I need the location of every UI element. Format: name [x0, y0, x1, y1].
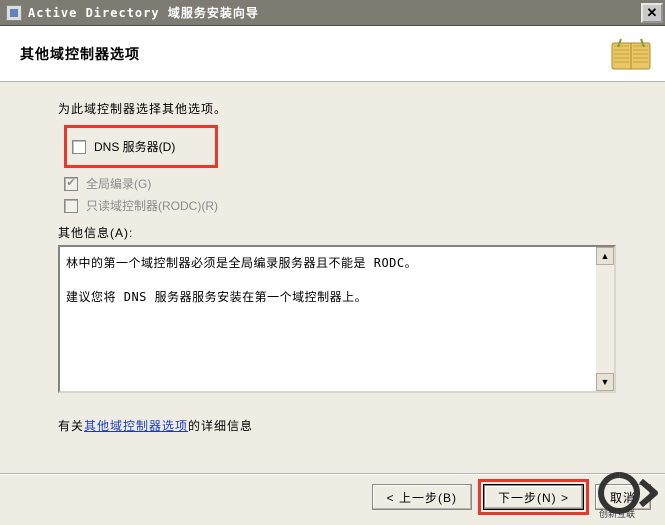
info-textarea[interactable]: 林中的第一个域控制器必须是全局编录服务器且不能是 RODC。 建议您将 DNS … — [58, 245, 616, 393]
next-button[interactable]: 下一步(N) > — [483, 484, 584, 510]
cancel-button[interactable]: 取消 — [595, 484, 651, 510]
info-label: 其他信息(A): — [58, 224, 631, 241]
window-title: Active Directory 域服务安装向导 — [28, 4, 641, 21]
close-button[interactable]: ✕ — [641, 3, 663, 23]
checkbox-box-icon: ✔ — [64, 177, 78, 191]
scroll-track[interactable] — [596, 265, 614, 373]
scrollbar[interactable]: ▲ ▼ — [596, 247, 614, 391]
more-info-link[interactable]: 其他域控制器选项 — [84, 419, 188, 433]
highlight-dns: DNS 服务器(D) — [64, 125, 218, 168]
page-title: 其他域控制器选项 — [20, 44, 140, 64]
back-button[interactable]: < 上一步(B) — [372, 484, 472, 510]
checkbox-rodc: 只读域控制器(RODC)(R) — [64, 197, 631, 214]
checkbox-label: DNS 服务器(D) — [94, 138, 175, 155]
scroll-down-icon[interactable]: ▼ — [596, 373, 614, 391]
highlight-next: 下一步(N) > — [478, 479, 589, 515]
info-line: 林中的第一个域控制器必须是全局编录服务器且不能是 RODC。 — [66, 253, 588, 273]
options-group: DNS 服务器(D) ✔ 全局编录(G) 只读域控制器(RODC)(R) — [64, 125, 631, 214]
info-line: 建议您将 DNS 服务器服务安装在第一个域控制器上。 — [66, 287, 588, 307]
checkbox-label: 全局编录(G) — [86, 175, 151, 192]
button-bar: < 上一步(B) 下一步(N) > 取消 — [372, 479, 651, 515]
checkbox-box-icon — [72, 140, 86, 154]
wizard-body: 为此域控制器选择其他选项。 DNS 服务器(D) ✔ 全局编录(G) 只读域控制… — [0, 82, 665, 525]
checkbox-gc: ✔ 全局编录(G) — [64, 175, 631, 192]
separator — [0, 473, 665, 475]
book-icon — [611, 37, 651, 71]
scroll-up-icon[interactable]: ▲ — [596, 247, 614, 265]
app-icon — [6, 5, 22, 21]
intro-text: 为此域控制器选择其他选项。 — [58, 100, 631, 117]
info-area-wrap: 林中的第一个域控制器必须是全局编录服务器且不能是 RODC。 建议您将 DNS … — [58, 245, 616, 393]
checkbox-label: 只读域控制器(RODC)(R) — [86, 197, 218, 214]
checkbox-box-icon — [64, 199, 78, 213]
wizard-header: 其他域控制器选项 — [0, 26, 665, 82]
more-info-line: 有关其他域控制器选项的详细信息 — [58, 417, 631, 434]
title-bar: Active Directory 域服务安装向导 ✕ — [0, 0, 665, 26]
checkbox-dns[interactable]: DNS 服务器(D) — [72, 138, 175, 155]
